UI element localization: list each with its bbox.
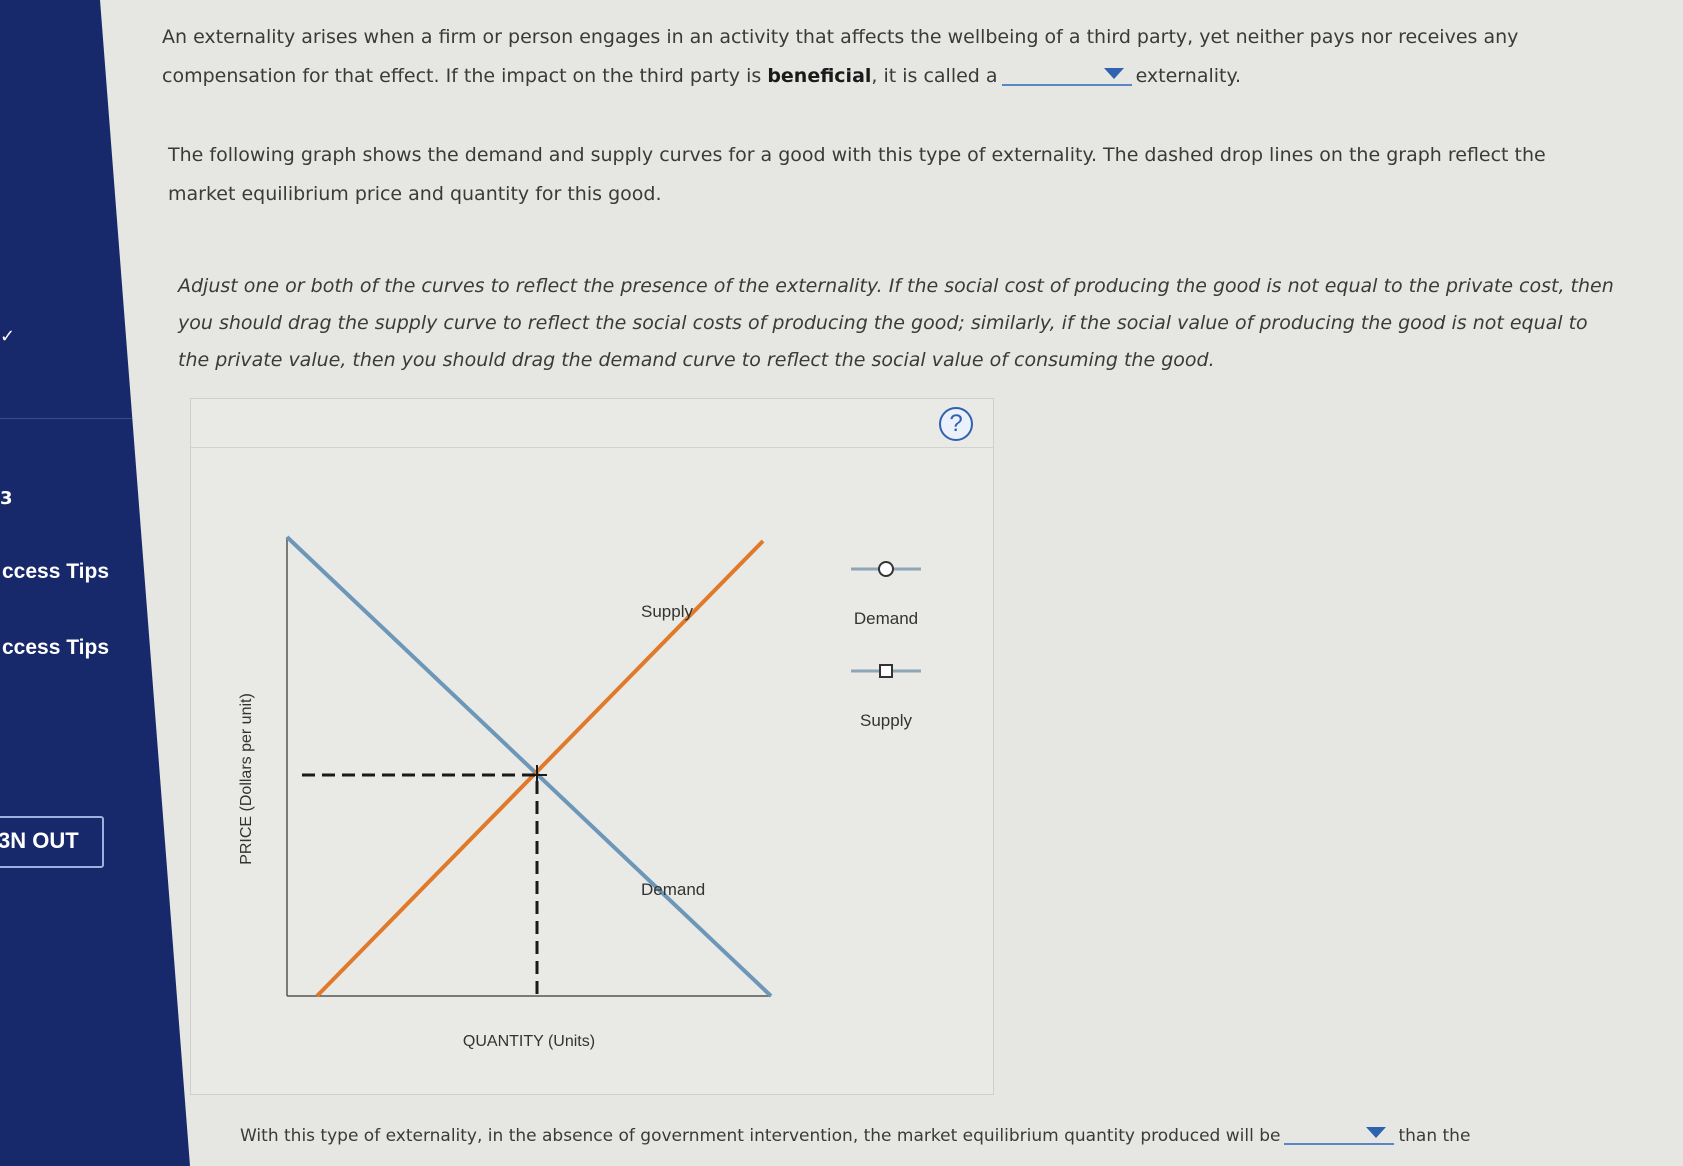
p1-line2: compensation for that effect. If the imp… xyxy=(162,57,1518,96)
question-paragraph-3: Adjust one or both of the curves to refl… xyxy=(178,268,1614,379)
p2-line2: market equilibrium price and quantity fo… xyxy=(168,183,662,205)
graph-panel: ? Supply Demand PRICE (Dollars per unit)… xyxy=(190,398,994,1095)
p3-line1: Adjust one or both of the curves to refl… xyxy=(178,275,1614,297)
sidebar-divider xyxy=(0,418,140,419)
chevron-down-icon xyxy=(1366,1127,1387,1138)
sign-out-button[interactable]: 3N OUT xyxy=(0,816,104,868)
sidebar-item-access-tips-1[interactable]: ccess Tips xyxy=(2,560,109,584)
graph-svg: Supply Demand PRICE (Dollars per unit) Q… xyxy=(238,535,921,1050)
externality-type-dropdown[interactable] xyxy=(1001,62,1132,86)
legend-supply-label: Supply xyxy=(860,711,912,730)
p3-line3: the private value, then you should drag … xyxy=(178,349,1215,371)
p1-line2-mid: , it is called a xyxy=(871,65,998,87)
legend-demand-label: Demand xyxy=(854,609,918,628)
p1-line2-after: externality. xyxy=(1135,65,1242,87)
legend-demand-handle-icon[interactable] xyxy=(878,561,894,577)
sidebar-item-access-tips-2[interactable]: ccess Tips xyxy=(2,636,109,660)
question-paragraph-2: The following graph shows the demand and… xyxy=(168,136,1546,214)
supply-curve-label: Supply xyxy=(641,602,693,621)
chevron-down-icon xyxy=(1103,68,1124,79)
p1-line2-before: compensation for that effect. If the imp… xyxy=(162,65,768,87)
question-paragraph-1: An externality arises when a firm or per… xyxy=(162,18,1518,96)
x-axis-label: QUANTITY (Units) xyxy=(463,1033,595,1050)
question-bottom-line: With this type of externality, in the ab… xyxy=(240,1121,1470,1151)
bottom-before: With this type of externality, in the ab… xyxy=(240,1126,1281,1146)
quantity-comparison-dropdown[interactable] xyxy=(1284,1121,1395,1145)
sidebar-mark-top: ✓ xyxy=(0,326,16,347)
bottom-after: than the xyxy=(1398,1126,1471,1146)
p2-line1: The following graph shows the demand and… xyxy=(168,144,1546,166)
p1-line1: An externality arises when a firm or per… xyxy=(162,26,1519,48)
legend-supply-handle-icon[interactable] xyxy=(879,664,893,678)
p1-bold-word: beneficial xyxy=(767,65,872,87)
supply-curve[interactable] xyxy=(315,539,765,998)
demand-curve-label: Demand xyxy=(641,880,705,899)
y-axis-label: PRICE (Dollars per unit) xyxy=(238,693,255,865)
sidebar: ✓ 3 ccess Tips ccess Tips 3N OUT xyxy=(0,0,190,1166)
p3-line2: you should drag the supply curve to refl… xyxy=(178,312,1588,334)
sidebar-mark-mid: 3 xyxy=(0,488,13,509)
